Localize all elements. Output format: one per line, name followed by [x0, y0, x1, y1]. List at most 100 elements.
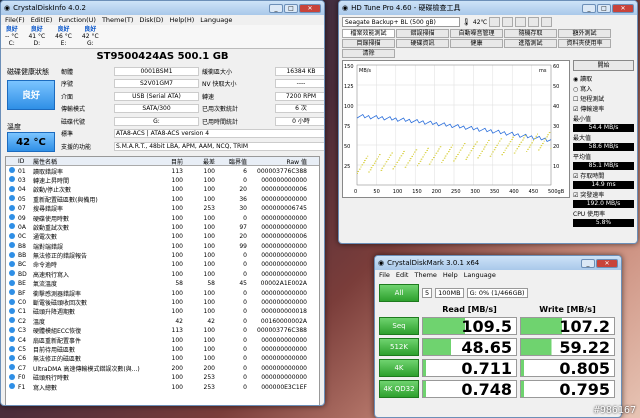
- access-time-point: [419, 160, 421, 162]
- exit-icon[interactable]: [541, 17, 553, 27]
- save-icon[interactable]: [502, 17, 514, 27]
- count-select[interactable]: 5: [422, 288, 433, 298]
- table-row[interactable]: 03 轉速上昇時間 100 100 0 000000000000: [6, 176, 319, 185]
- menu-file[interactable]: File(F): [5, 16, 25, 24]
- drive-select[interactable]: G: 0% (1/466GB): [466, 288, 528, 298]
- table-row[interactable]: C4 扇區重新配置事件 100 100 0 000000000000: [6, 335, 319, 345]
- access-time-point: [431, 159, 433, 161]
- access-time-point: [389, 154, 391, 156]
- table-row[interactable]: BD 高速飛行寫入 100 100 0 000000000000: [6, 270, 319, 279]
- 4k-button[interactable]: 4K: [379, 359, 419, 377]
- table-row[interactable]: C0 斷電後磁頭收回次數 100 100 0 000000000000: [6, 298, 319, 307]
- table-row[interactable]: C5 目前待用磁區數 100 100 0 000000000000: [6, 345, 319, 354]
- table-row[interactable]: 04 啟動/停止次數 100 100 20 000000000006: [6, 185, 319, 194]
- tab-8[interactable]: 進階測試: [504, 39, 557, 48]
- 4k-qd32-button[interactable]: 4K QD32: [379, 380, 419, 398]
- table-row[interactable]: 05 重新配置磁區數(與備用) 100 100 36 000000000000: [6, 195, 319, 204]
- menu-language[interactable]: Language: [464, 271, 496, 279]
- table-row[interactable]: BE 氣流溫度 58 58 45 00002A1E002A: [6, 279, 319, 288]
- short-test-checkbox[interactable]: ☐ 短程測試: [573, 94, 634, 103]
- menu-language[interactable]: Language: [200, 16, 232, 24]
- minimize-button[interactable]: _: [581, 258, 595, 268]
- read-radio[interactable]: ◉ 讀取: [573, 74, 634, 83]
- table-row[interactable]: 01 讀取錯誤率 113 100 6 000003776C388: [6, 166, 319, 176]
- table-row[interactable]: F1 寫入總數 100 253 0 000000E3C1EF: [6, 382, 319, 392]
- table-row[interactable]: 0A 啟動重試次數 100 100 97 000000000000: [6, 223, 319, 232]
- status-dot-icon: [9, 326, 15, 333]
- minimize-button[interactable]: _: [269, 3, 283, 13]
- tab-1[interactable]: 錯誤掃描: [396, 29, 449, 38]
- menu-help[interactable]: Help: [443, 271, 458, 279]
- tab-0[interactable]: 檔案效能測試: [342, 29, 395, 38]
- menu-theme[interactable]: Theme: [414, 271, 436, 279]
- menu-function[interactable]: Function(U): [58, 16, 95, 24]
- access-time-point: [428, 163, 430, 165]
- size-select[interactable]: 100MB: [435, 288, 464, 298]
- maximize-button[interactable]: □: [597, 3, 611, 13]
- tab-6[interactable]: 硬碟資訊: [396, 39, 449, 48]
- tab-2[interactable]: 自動噪音管理: [450, 29, 503, 38]
- all-button[interactable]: All: [379, 284, 419, 302]
- table-row[interactable]: F0 磁頭飛行時數 100 253 0 000000000000: [6, 373, 319, 382]
- close-button[interactable]: ✕: [612, 3, 634, 13]
- info-value: 0 小時: [275, 116, 324, 126]
- access-time-point: [433, 157, 434, 159]
- access-time-checkbox[interactable]: ☑ 存取時間: [573, 171, 634, 180]
- table-row[interactable]: BB 無法修正的錯誤報告 100 100 0 000000000000: [6, 251, 319, 260]
- menu-disk[interactable]: Disk(D): [139, 16, 163, 24]
- table-row[interactable]: BF 衝擊感測器錯誤率 100 100 0 000000000000: [6, 288, 319, 298]
- temperature-value: 42℃: [472, 18, 488, 26]
- transfer-rate-checkbox[interactable]: ☑ 傳輸速率: [573, 104, 634, 113]
- tab-4[interactable]: 額外測試: [558, 29, 611, 38]
- menu-edit[interactable]: Edit(E): [31, 16, 53, 24]
- copy-icon[interactable]: [489, 17, 501, 27]
- drive-g[interactable]: 良好 42 °C G:: [82, 26, 99, 47]
- table-row[interactable]: C1 磁頭升降週期數 100 100 0 000000000018: [6, 307, 319, 316]
- cell: C3: [18, 327, 27, 335]
- tab-9[interactable]: 資料夾使用率: [558, 39, 611, 48]
- table-row[interactable]: C6 無法修正的磁區數 100 100 0 000000000000: [6, 354, 319, 363]
- app-icon: ◉: [342, 4, 349, 12]
- tab-7[interactable]: 健康: [450, 39, 503, 48]
- table-row[interactable]: C3 硬體模組ECC恢復 113 100 0 000003776C388: [6, 326, 319, 335]
- options-icon[interactable]: [515, 17, 527, 27]
- access-time-point: [450, 146, 452, 148]
- table-row[interactable]: 0C 通電次數 100 100 20 000000000006: [6, 232, 319, 241]
- table-row[interactable]: 09 硬碟使用時數 100 100 0 000000000000: [6, 213, 319, 223]
- table-row[interactable]: C2 溫度 42 42 0 00160000002A: [6, 317, 319, 326]
- table-row[interactable]: B8 端對端錯誤 100 100 99 000000000000: [6, 242, 319, 251]
- tab-5[interactable]: 目錄掃描: [342, 39, 395, 48]
- tab-3[interactable]: 隨機存取: [504, 29, 557, 38]
- camera-icon[interactable]: [528, 17, 540, 27]
- table-row[interactable]: 07 搜尋錯誤率 100 253 30 000000006745: [6, 204, 319, 213]
- cell: 0: [243, 346, 247, 353]
- access-time-point: [538, 149, 539, 151]
- drive-d[interactable]: 良好 41 °C D:: [28, 26, 45, 47]
- seq-button[interactable]: Seq: [379, 317, 419, 335]
- start-button[interactable]: 開始: [573, 60, 634, 71]
- table-row[interactable]: C7 UltraDMA 高速傳輸模式錯誤次數(與...) 200 200 0 000000…: [6, 364, 319, 373]
- cell: 硬體模組ECC恢復: [33, 328, 82, 336]
- cell: 000000000000: [261, 336, 307, 344]
- cell: 100: [171, 336, 183, 344]
- burst-rate-checkbox[interactable]: ☑ 突發速率: [573, 190, 634, 199]
- maximize-button[interactable]: □: [284, 3, 298, 13]
- 512k-button[interactable]: 512K: [379, 338, 419, 356]
- menu-help[interactable]: Help(H): [169, 16, 194, 24]
- drive-c[interactable]: 良好 -- °C C:: [5, 26, 18, 47]
- access-time-point: [527, 148, 529, 150]
- menu-edit[interactable]: Edit: [396, 271, 409, 279]
- close-button[interactable]: ✕: [299, 3, 321, 13]
- tab-10[interactable]: 清除: [342, 49, 395, 58]
- menu-file[interactable]: File: [379, 271, 390, 279]
- drive-e[interactable]: 良好 46 °C E:: [55, 26, 72, 47]
- minimize-button[interactable]: _: [582, 3, 596, 13]
- close-button[interactable]: ✕: [596, 258, 618, 268]
- cell: 07: [18, 205, 26, 213]
- access-time-point: [539, 147, 541, 149]
- drive-select[interactable]: Seagate Backup+ BL (500 gB): [342, 17, 460, 27]
- write-radio[interactable]: ○ 寫入: [573, 84, 634, 93]
- cell: 寫入總數: [33, 384, 58, 392]
- table-row[interactable]: BC 命令逾時 100 100 0 000000000000: [6, 260, 319, 269]
- menu-theme[interactable]: Theme(T): [102, 16, 133, 24]
